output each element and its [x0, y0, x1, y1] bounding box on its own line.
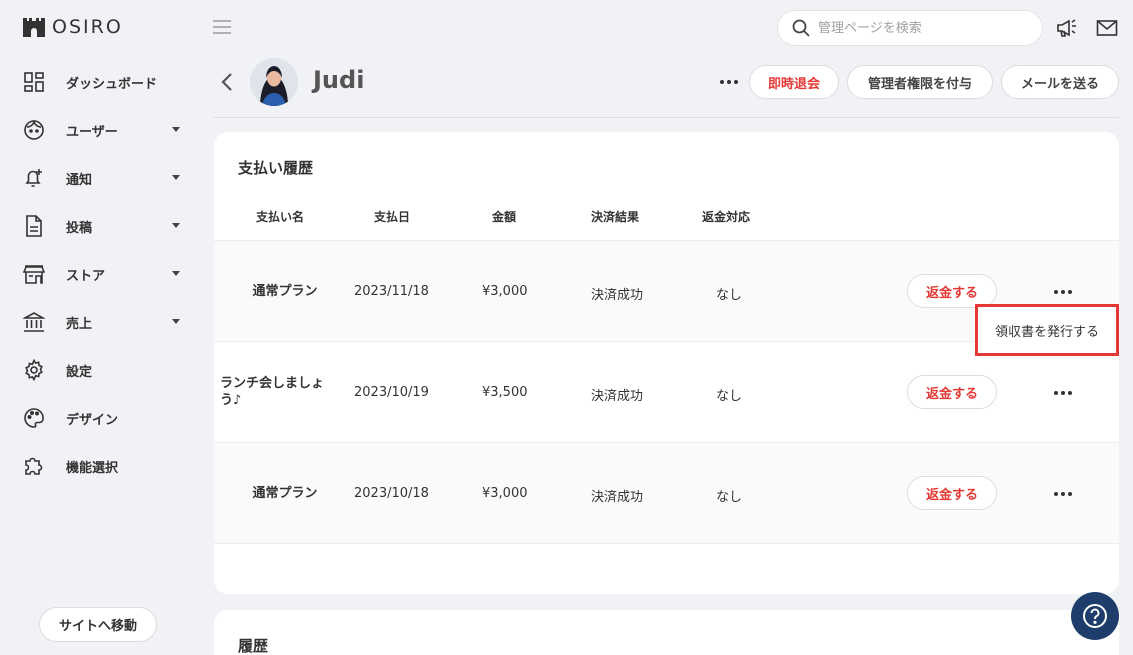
search-icon	[792, 19, 810, 37]
sidebar-item-label: 投稿	[66, 220, 93, 236]
sidebar-item-label: ストア	[66, 268, 106, 284]
refund-button[interactable]: 返金する	[907, 476, 997, 510]
announcement-icon[interactable]	[1056, 17, 1078, 39]
column-header-date: 支払日	[374, 210, 411, 224]
issue-receipt-menu-item[interactable]: 領収書を発行する	[975, 304, 1119, 356]
payment-amount: ¥3,000	[482, 284, 528, 299]
castle-logo-icon	[23, 18, 45, 37]
caret-down-icon	[172, 223, 180, 228]
column-header-result: 決済結果	[591, 210, 640, 224]
avatar	[250, 58, 298, 106]
payment-name: 通常プラン	[252, 486, 318, 501]
hamburger-menu-icon[interactable]	[213, 19, 231, 35]
username-heading: Judi	[313, 66, 365, 94]
caret-down-icon	[172, 319, 180, 324]
puzzle-icon	[22, 454, 46, 478]
palette-icon	[22, 406, 46, 430]
payment-amount: ¥3,000	[482, 486, 528, 501]
brand-name: OSIRO	[52, 16, 123, 38]
instant-withdraw-button[interactable]: 即時退会	[749, 65, 839, 99]
sidebar-item-posts[interactable]: 投稿	[0, 202, 200, 250]
document-icon	[22, 214, 46, 238]
sidebar-item-label: 売上	[66, 316, 93, 332]
sidebar-item-dashboard[interactable]: ダッシュボード	[0, 58, 200, 106]
caret-down-icon	[172, 127, 180, 132]
sidebar-item-design[interactable]: デザイン	[0, 394, 200, 442]
sidebar-item-label: デザイン	[66, 412, 119, 428]
logo[interactable]: OSIRO	[22, 16, 123, 38]
row-more-icon[interactable]	[1052, 286, 1074, 298]
table-bottom-border	[214, 543, 1119, 544]
bell-plus-icon	[22, 166, 46, 190]
search-bar[interactable]	[777, 10, 1043, 46]
user-face-icon	[22, 118, 46, 142]
refund-status: なし	[716, 288, 743, 303]
store-icon	[22, 262, 46, 286]
bank-icon	[22, 310, 46, 334]
refund-button[interactable]: 返金する	[907, 375, 997, 409]
sidebar-item-label: 機能選択	[66, 460, 119, 476]
table-row: 通常プラン 2023/10/18 ¥3,000 決済成功 なし 返金する	[214, 442, 1119, 543]
go-to-site-button[interactable]: サイトへ移動	[39, 607, 157, 642]
payment-history-card: 支払い履歴 支払い名 支払日 金額 決済結果 返金対応 通常プラン 2023/1…	[214, 132, 1119, 594]
sidebar: OSIRO ダッシュボード ユーザー 通知 投稿 ストア 売上 設定 デザイン …	[0, 0, 200, 655]
sidebar-item-features[interactable]: 機能選択	[0, 442, 200, 490]
sidebar-item-store[interactable]: ストア	[0, 250, 200, 298]
payment-result: 決済成功	[591, 389, 644, 404]
payment-amount: ¥3,500	[482, 385, 528, 400]
payment-name: 通常プラン	[252, 284, 318, 299]
user-avatar-image	[250, 58, 298, 106]
history-card: 履歴	[214, 610, 1119, 655]
refund-button[interactable]: 返金する	[907, 274, 997, 308]
gear-icon	[22, 358, 46, 382]
sidebar-item-users[interactable]: ユーザー	[0, 106, 200, 154]
payment-result: 決済成功	[591, 490, 644, 505]
refund-status: なし	[716, 490, 743, 505]
payment-date: 2023/10/19	[354, 385, 429, 400]
sidebar-item-sales[interactable]: 売上	[0, 298, 200, 346]
header-divider	[214, 117, 1119, 118]
sidebar-item-label: ダッシュボード	[66, 76, 158, 92]
search-input[interactable]	[818, 20, 1018, 36]
more-options-icon[interactable]	[716, 72, 742, 92]
row-more-icon[interactable]	[1052, 387, 1074, 399]
payment-date: 2023/11/18	[354, 284, 429, 299]
dashboard-icon	[22, 70, 46, 94]
sidebar-item-label: 設定	[66, 364, 93, 380]
sidebar-item-notifications[interactable]: 通知	[0, 154, 200, 202]
help-button[interactable]	[1071, 592, 1119, 640]
payment-name: ランチ会しましょう♪	[220, 376, 325, 408]
payment-date: 2023/10/18	[354, 486, 429, 501]
sidebar-item-settings[interactable]: 設定	[0, 346, 200, 394]
caret-down-icon	[172, 175, 180, 180]
sidebar-item-label: ユーザー	[66, 124, 118, 140]
payment-result: 決済成功	[591, 288, 644, 303]
card-title: 支払い履歴	[238, 159, 314, 177]
grant-admin-button[interactable]: 管理者権限を付与	[847, 65, 993, 99]
sidebar-item-label: 通知	[66, 172, 93, 188]
refund-status: なし	[716, 389, 743, 404]
column-header-amount: 金額	[492, 210, 517, 224]
sidebar-nav: ダッシュボード ユーザー 通知 投稿 ストア 売上 設定 デザイン 機能選択	[0, 58, 200, 490]
column-header-name: 支払い名	[256, 210, 305, 224]
column-header-refund: 返金対応	[702, 210, 751, 224]
back-arrow-icon[interactable]	[218, 71, 238, 93]
question-icon	[1083, 604, 1107, 628]
send-mail-button[interactable]: メールを送る	[1001, 65, 1119, 99]
mail-icon[interactable]	[1096, 17, 1118, 39]
caret-down-icon	[172, 271, 180, 276]
table-row: ランチ会しましょう♪ 2023/10/19 ¥3,500 決済成功 なし 返金す…	[214, 341, 1119, 442]
row-more-icon[interactable]	[1052, 488, 1074, 500]
card-title: 履歴	[238, 637, 269, 655]
